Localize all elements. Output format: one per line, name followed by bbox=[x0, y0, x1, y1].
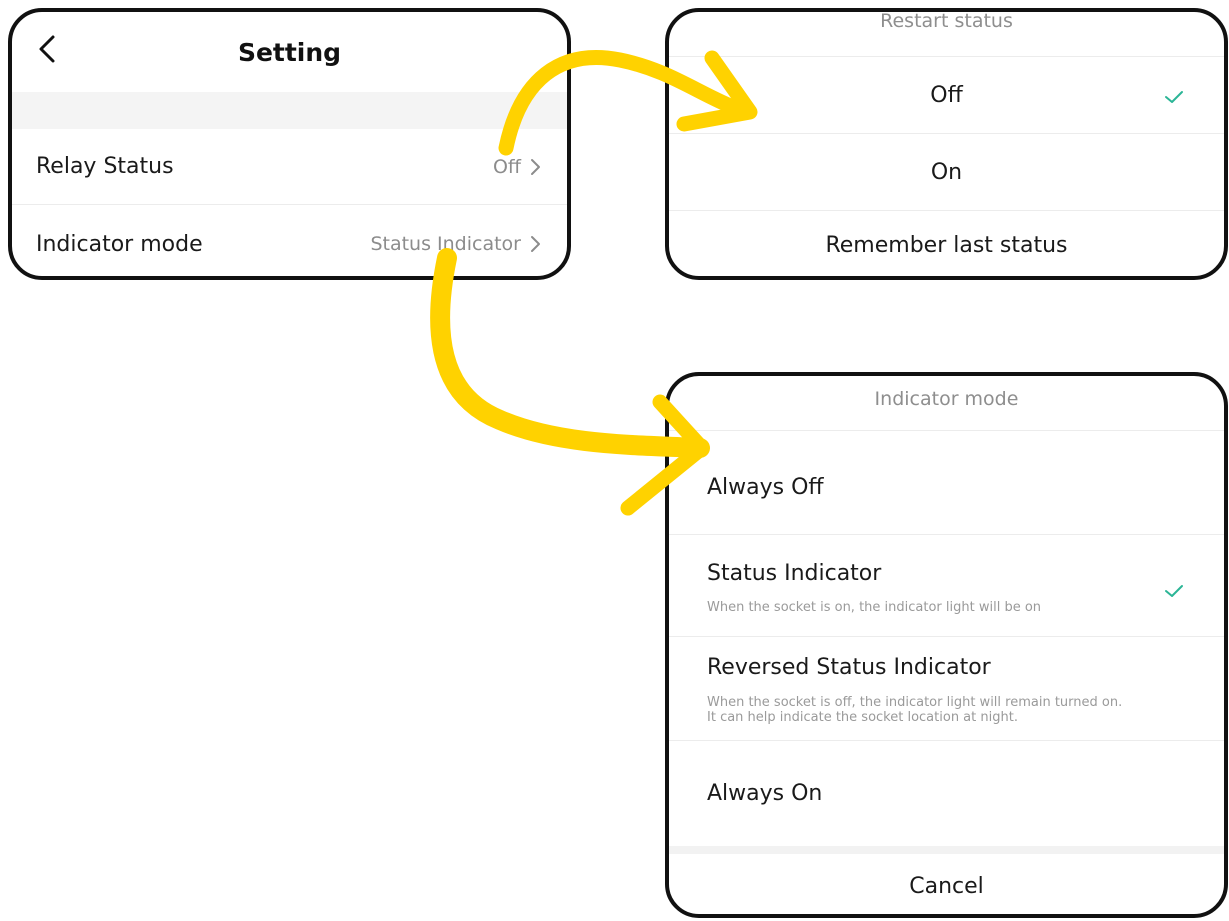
relay-status-value: Off bbox=[492, 155, 521, 178]
checkmark-icon bbox=[1165, 585, 1183, 597]
option-label: Remember last status bbox=[825, 233, 1068, 258]
relay-status-row[interactable]: Relay Status Off bbox=[12, 129, 567, 205]
cancel-divider bbox=[669, 846, 1224, 854]
option-description: When the socket is on, the indicator lig… bbox=[707, 600, 1042, 615]
option-label: Always On bbox=[707, 781, 823, 806]
indicator-mode-value: Status Indicator bbox=[370, 233, 521, 255]
relay-status-label: Relay Status bbox=[36, 154, 174, 179]
restart-status-sheet: Restart status Off On Remember last stat… bbox=[665, 8, 1228, 280]
indicator-mode-row[interactable]: Indicator mode Status Indicator bbox=[12, 206, 567, 276]
option-description-line1: When the socket is off, the indicator li… bbox=[707, 695, 1123, 710]
arrow-to-indicator-icon bbox=[430, 248, 710, 458]
cancel-button[interactable]: Cancel bbox=[669, 854, 1224, 914]
option-on[interactable]: On bbox=[669, 133, 1224, 210]
stage: Setting Relay Status Off Indicator mode … bbox=[0, 0, 1229, 921]
option-status-indicator[interactable]: Status Indicator When the socket is on, … bbox=[669, 534, 1224, 636]
sheet-title: Restart status bbox=[880, 10, 1013, 32]
option-label: Reversed Status Indicator bbox=[707, 655, 991, 680]
indicator-mode-label: Indicator mode bbox=[36, 231, 203, 257]
option-always-off[interactable]: Always Off bbox=[669, 430, 1224, 534]
setting-screen: Setting Relay Status Off Indicator mode … bbox=[8, 8, 571, 280]
option-off[interactable]: Off bbox=[669, 56, 1224, 133]
option-remember-last-status[interactable]: Remember last status bbox=[669, 210, 1224, 276]
option-label: Status Indicator bbox=[707, 561, 882, 586]
setting-header: Setting bbox=[12, 12, 567, 94]
indicator-mode-sheet: Indicator mode Always Off Status Indicat… bbox=[665, 372, 1228, 918]
option-label: Always Off bbox=[707, 475, 824, 500]
option-description-line2: It can help indicate the socket location… bbox=[707, 710, 1018, 725]
cancel-label: Cancel bbox=[909, 873, 984, 899]
option-always-on[interactable]: Always On bbox=[669, 740, 1224, 846]
option-label: On bbox=[930, 159, 963, 185]
checkmark-icon bbox=[1165, 91, 1183, 103]
chevron-right-icon bbox=[531, 158, 540, 175]
indicator-mode-value-group: Status Indicator bbox=[370, 233, 541, 255]
option-label: Off bbox=[930, 82, 963, 108]
chevron-right-icon bbox=[531, 236, 540, 252]
section-divider bbox=[12, 92, 567, 129]
relay-status-value-group: Off bbox=[493, 156, 541, 178]
sheet-title: Indicator mode bbox=[874, 388, 1019, 410]
page-title: Setting bbox=[237, 38, 342, 67]
option-reversed-status-indicator[interactable]: Reversed Status Indicator When the socke… bbox=[669, 636, 1224, 740]
